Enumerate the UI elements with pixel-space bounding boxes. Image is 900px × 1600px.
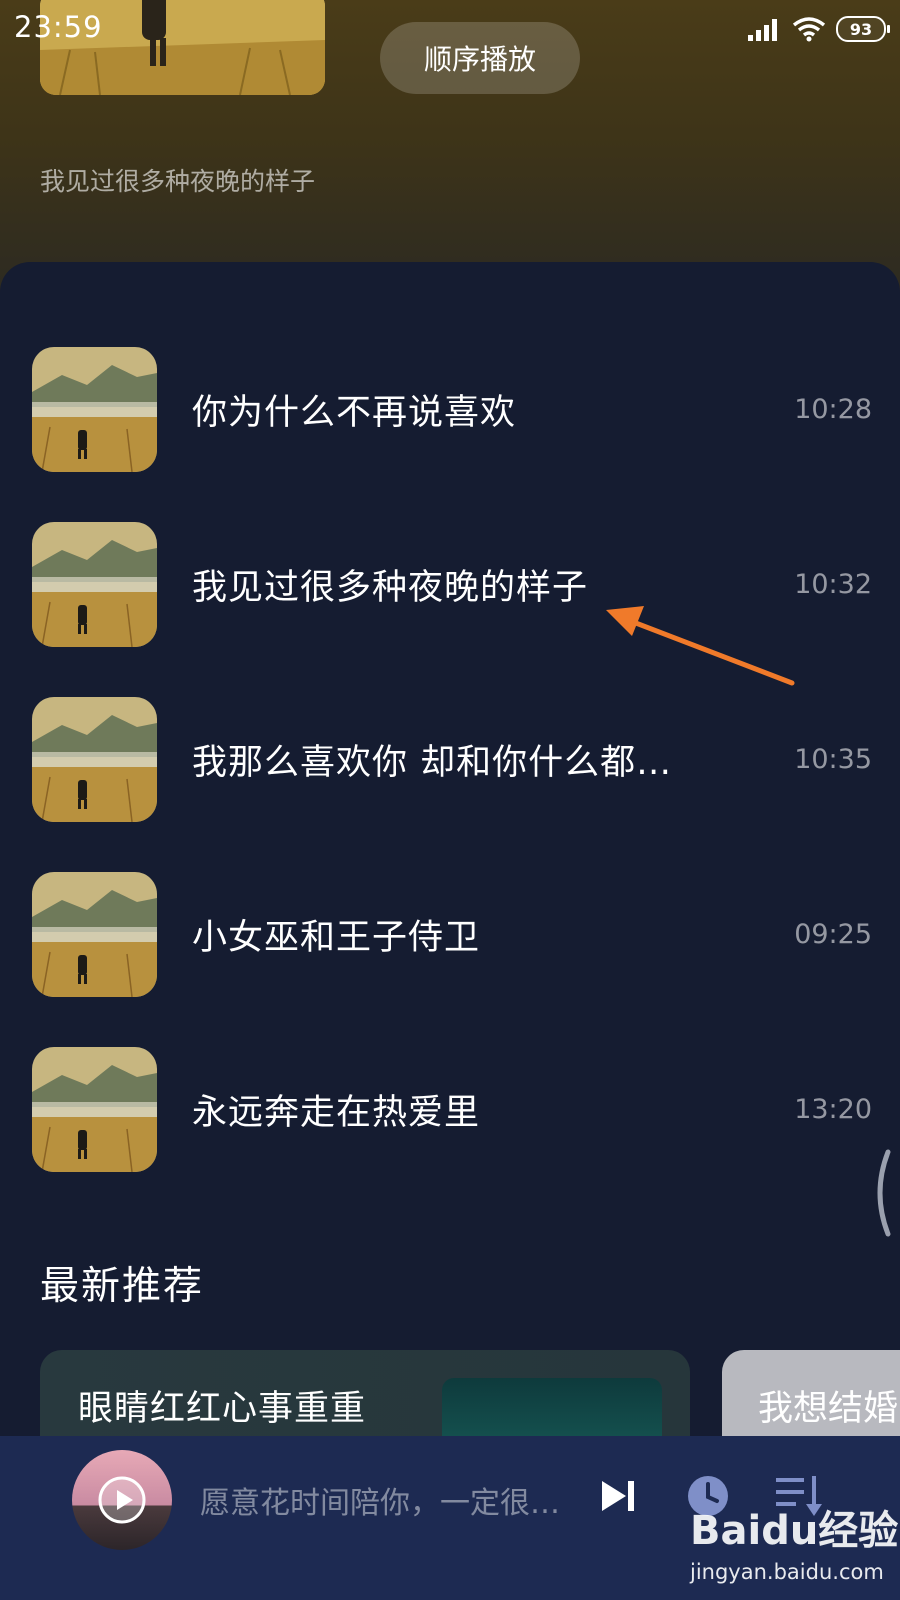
track-duration: 10:32 <box>794 569 872 600</box>
track-cover <box>32 347 157 472</box>
track-duration: 13:20 <box>794 1094 872 1125</box>
baidu-watermark: Baidu经验 jingyan.baidu.com <box>690 1498 898 1598</box>
now-playing-title: 我见过很多种夜晚的样子 <box>40 167 316 196</box>
track-duration: 09:25 <box>794 919 872 950</box>
play-icon[interactable] <box>96 1474 148 1526</box>
track-item[interactable]: 小女巫和王子侍卫 09:25 <box>32 872 872 997</box>
side-handle-icon[interactable] <box>868 1148 898 1238</box>
now-playing-header: 23:59 93 顺序播放 我见过很多种夜晚的样子 <box>0 0 900 300</box>
track-item[interactable]: 永远奔走在热爱里 13:20 <box>32 1047 872 1172</box>
play-order-button[interactable]: 顺序播放 <box>380 22 580 94</box>
track-cover <box>32 522 157 647</box>
track-item[interactable]: 我那么喜欢你 却和你什么都… 10:35 <box>32 697 872 822</box>
track-title: 小女巫和王子侍卫 <box>192 918 481 958</box>
track-cover <box>32 697 157 822</box>
track-cover <box>32 872 157 997</box>
track-title: 永远奔走在热爱里 <box>192 1093 481 1133</box>
track-duration: 10:35 <box>794 744 872 775</box>
watermark-url: jingyan.baidu.com <box>690 1560 884 1584</box>
section-title-recommend: 最新推荐 <box>40 1264 205 1309</box>
status-icons: 93 <box>748 14 890 44</box>
recommend-card-title: 眼睛红红心事重重 <box>78 1389 367 1429</box>
wifi-icon <box>792 17 826 42</box>
battery-icon: 93 <box>836 16 890 42</box>
mini-player-lyric: 愿意花时间陪你，一定很… <box>200 1486 560 1521</box>
track-title: 我那么喜欢你 却和你什么都… <box>192 743 673 783</box>
signal-icon <box>748 19 777 41</box>
track-duration: 10:28 <box>794 394 872 425</box>
track-title: 你为什么不再说喜欢 <box>192 393 517 433</box>
recommend-card-title: 我想结婚 <box>758 1389 899 1429</box>
watermark-logo: Baidu经验 <box>690 1508 899 1554</box>
annotation-arrow-icon <box>606 606 795 686</box>
track-item[interactable]: 你为什么不再说喜欢 10:28 <box>32 347 872 472</box>
mini-player-cover[interactable] <box>72 1450 172 1550</box>
track-cover <box>32 1047 157 1172</box>
skip-next-icon[interactable] <box>598 1476 638 1516</box>
status-time: 23:59 <box>14 10 103 44</box>
